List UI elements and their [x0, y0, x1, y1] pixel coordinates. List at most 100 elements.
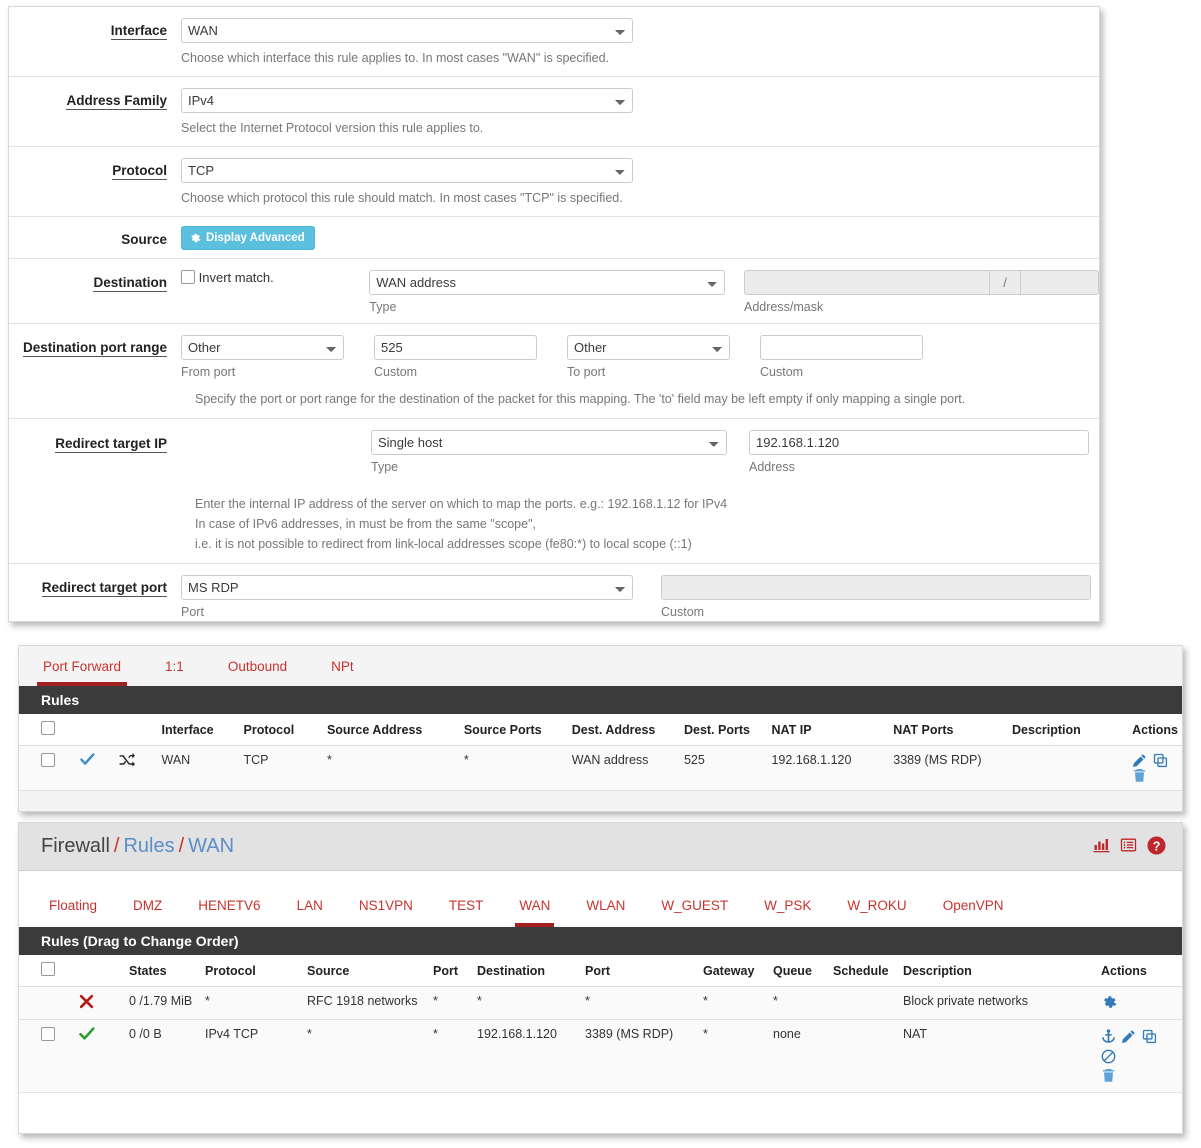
tab-ns1vpn[interactable]: NS1VPN	[359, 898, 413, 927]
cell-enabled	[75, 745, 115, 792]
col-description: Description	[1008, 714, 1129, 746]
from-port-select[interactable]: Other	[181, 335, 344, 361]
tab-lan[interactable]: LAN	[297, 898, 323, 927]
breadcrumb-icons: ?	[1093, 835, 1166, 858]
cell-description: Block private networks	[899, 986, 1097, 1020]
block-icon[interactable]	[1101, 1048, 1118, 1063]
firewall-rules-table: States Protocol Source Port Destination …	[19, 955, 1182, 1094]
cell-description: NAT	[899, 1019, 1097, 1094]
cell-source-port: *	[429, 986, 473, 1020]
tab-w-psk[interactable]: W_PSK	[764, 898, 811, 927]
cell-protocol: *	[201, 986, 303, 1020]
col-source: Source	[303, 955, 429, 987]
redirect-target-port-select[interactable]: MS RDP	[181, 574, 633, 600]
address-family-select[interactable]: IPv4	[181, 88, 633, 114]
display-advanced-button[interactable]: Display Advanced	[181, 226, 315, 251]
label-dest-port-range: Destination port range	[22, 340, 167, 358]
form-row-source: Source Display Advanced	[9, 217, 1099, 260]
nat-rules-table: Interface Protocol Source Address Source…	[19, 714, 1182, 792]
display-advanced-label: Display Advanced	[206, 231, 305, 244]
bar-chart-icon[interactable]	[1093, 837, 1110, 856]
redirect-target-type-select[interactable]: Single host	[371, 429, 727, 455]
destination-address-input[interactable]	[744, 270, 989, 296]
redirect-target-address-input[interactable]	[749, 429, 1089, 455]
trash-icon[interactable]	[1101, 1068, 1118, 1082]
redirect-target-port-custom-input[interactable]	[661, 574, 1091, 600]
table-row[interactable]: 0 /1.79 MiB * RFC 1918 networks * * * * …	[19, 986, 1182, 1020]
help-icon[interactable]: ?	[1147, 835, 1166, 858]
col-source-ports: Source Ports	[459, 714, 568, 746]
col-schedule: Schedule	[829, 955, 899, 987]
table-row[interactable]: 0 /0 B IPv4 TCP * * 192.168.1.120 3389 (…	[19, 1019, 1182, 1094]
col-protocol: Protocol	[239, 714, 323, 746]
copy-icon[interactable]	[1142, 1029, 1159, 1044]
cell-source-port: *	[429, 1019, 473, 1094]
col-type	[114, 714, 158, 746]
breadcrumb-rules-link[interactable]: Rules	[123, 835, 174, 857]
form-row-redirect-target-ip: Redirect target IP Single host Type Addr…	[9, 419, 1099, 564]
invert-match-checkbox[interactable]: Invert match.	[181, 265, 274, 285]
tab-outbound[interactable]: Outbound	[228, 659, 287, 686]
trash-icon[interactable]	[1132, 768, 1149, 783]
checkbox-box	[181, 270, 195, 285]
cell-type	[114, 745, 158, 792]
tab-henetv6[interactable]: HENETV6	[198, 898, 260, 927]
select-all-checkbox[interactable]	[41, 721, 55, 735]
row-checkbox[interactable]	[41, 753, 55, 767]
cell-queue: *	[769, 986, 829, 1020]
tab-wlan[interactable]: WLAN	[586, 898, 625, 927]
row-checkbox[interactable]	[41, 1027, 55, 1041]
anchor-icon[interactable]	[1101, 1029, 1121, 1043]
firewall-rules-panel: Firewall / Rules / WAN ? Floating DMZ HENETV…	[18, 822, 1183, 1134]
cell-actions	[1128, 745, 1182, 792]
interface-select[interactable]: WAN	[181, 18, 633, 43]
from-port-custom-input[interactable]	[374, 335, 537, 361]
to-port-custom-sublabel: Custom	[760, 365, 804, 380]
destination-type-select[interactable]: WAN address	[369, 270, 726, 296]
svg-text:?: ?	[1153, 839, 1161, 853]
tab-wan[interactable]: WAN	[515, 898, 555, 927]
pencil-icon[interactable]	[1121, 1029, 1141, 1044]
tab-w-guest[interactable]: W_GUEST	[661, 898, 728, 927]
table-row[interactable]: WAN TCP * * WAN address 525 192.168.1.12…	[19, 745, 1182, 792]
label-redirect-target-ip: Redirect target IP	[55, 435, 167, 453]
tab-floating[interactable]: Floating	[49, 898, 97, 927]
to-port-select[interactable]: Other	[567, 335, 730, 361]
copy-icon[interactable]	[1153, 753, 1170, 768]
col-destination: Destination	[473, 955, 581, 987]
tab-w-roku[interactable]: W_ROKU	[847, 898, 906, 927]
redirect-target-address-sublabel: Address	[749, 459, 795, 474]
tab-one-to-one[interactable]: 1:1	[165, 659, 184, 686]
cell-states[interactable]: 0 /0 B	[125, 1019, 201, 1094]
redirect-target-port-sublabel: Port	[181, 604, 204, 619]
cell-states[interactable]: 0 /1.79 MiB	[125, 986, 201, 1020]
select-all-checkbox[interactable]	[41, 962, 55, 976]
pencil-icon[interactable]	[1132, 753, 1152, 768]
nat-rules-panel: Port Forward 1:1 Outbound NPt Rules Inte…	[18, 645, 1183, 812]
tab-npt[interactable]: NPt	[331, 659, 354, 686]
col-interface: Interface	[157, 714, 240, 746]
cell-source-ports: *	[459, 745, 568, 792]
to-port-custom-input[interactable]	[760, 335, 923, 361]
nat-rules-title: Rules	[19, 686, 1182, 714]
tab-openvpn[interactable]: OpenVPN	[943, 898, 1004, 927]
gear-icon[interactable]	[1101, 994, 1119, 1008]
label-source: Source	[121, 232, 167, 248]
firewall-tabbar: Floating DMZ HENETV6 LAN NS1VPN TEST WAN…	[19, 871, 1182, 927]
cell-select[interactable]	[19, 1019, 75, 1094]
log-list-icon[interactable]	[1120, 837, 1137, 856]
tab-test[interactable]: TEST	[449, 898, 484, 927]
cell-status	[75, 1019, 125, 1094]
tab-port-forward[interactable]: Port Forward	[36, 659, 128, 686]
destination-mask-input[interactable]	[1021, 270, 1099, 296]
breadcrumb: Firewall / Rules / WAN	[41, 835, 234, 858]
destination-type-sublabel: Type	[369, 300, 397, 315]
col-actions: Actions	[1128, 714, 1182, 746]
protocol-select[interactable]: TCP	[181, 158, 633, 184]
breadcrumb-wan-link[interactable]: WAN	[188, 835, 234, 857]
tab-dmz[interactable]: DMZ	[133, 898, 162, 927]
cell-description	[1008, 745, 1129, 792]
col-dest-port: Port	[581, 955, 699, 987]
cell-select[interactable]	[19, 745, 76, 792]
cell-gateway: *	[699, 1019, 769, 1094]
